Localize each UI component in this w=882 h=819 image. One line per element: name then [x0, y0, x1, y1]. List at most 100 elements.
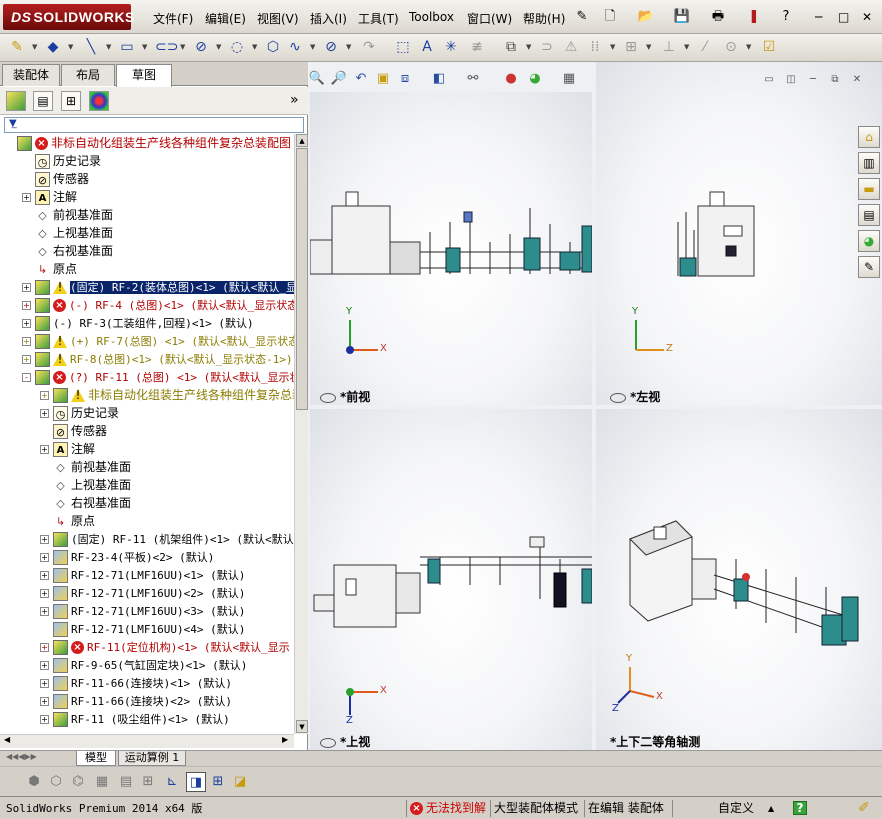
tree-item[interactable]: + ◷ 历史记录 — [40, 404, 119, 422]
menu-insert[interactable]: 插入(I) — [310, 10, 347, 27]
expand-toggle-icon[interactable]: + — [40, 661, 49, 670]
tree-item[interactable]: ↳ 原点 — [40, 512, 95, 530]
graphics-area[interactable]: 🔍 🔎 ↶ ▣ ⧈ ◧ ⚯ ● ◕ ▦ Y X *前视 ▭ ◫ ─ ⧉ ✕ Y … — [308, 62, 882, 750]
repair-sketch-icon[interactable]: ⁄ — [696, 38, 714, 56]
rectangle-icon[interactable]: ▭ — [118, 38, 136, 56]
expand-toggle-icon[interactable]: + — [40, 535, 49, 544]
tree-item[interactable]: + (-) RF-3(工装组件,回程)<1> (默认) — [22, 314, 254, 332]
tab-model[interactable]: 模型 — [76, 751, 116, 766]
rapid-sketch-icon[interactable]: ☑ — [760, 38, 778, 56]
property-manager-icon[interactable]: ▤ — [33, 91, 53, 111]
dropdown-arrow-icon[interactable]: ▼ — [526, 43, 532, 51]
sketch-icon[interactable]: ✎ — [8, 38, 26, 56]
dropdown-arrow-icon[interactable]: ▼ — [106, 43, 112, 51]
axes-icon[interactable]: ⊾ — [162, 772, 182, 792]
tree-item[interactable]: + A 注解 — [40, 440, 95, 458]
tree-item[interactable]: + RF-11 (吸尘组件)<1> (默认) — [40, 710, 230, 728]
pin-icon[interactable]: ✎ — [573, 8, 591, 26]
previous-view-icon[interactable]: ↶ — [352, 70, 370, 88]
expand-toggle-icon[interactable]: + — [40, 643, 49, 652]
scroll-right-arrow-icon[interactable]: ▶ — [282, 735, 288, 744]
expand-toggle-icon[interactable]: + — [40, 409, 49, 418]
text-icon[interactable]: A — [418, 38, 436, 56]
tree-item[interactable]: - × (?) RF-11 (总图) <1> (默认<默认_显示状 — [22, 368, 294, 386]
tree-item[interactable]: + RF-11-66(连接块)<2> (默认) — [40, 692, 232, 710]
restore-button[interactable]: □ — [838, 10, 849, 24]
scroll-down-arrow-icon[interactable]: ▼ — [296, 720, 308, 733]
hide-show-items-icon[interactable]: ⚯ — [464, 70, 482, 88]
minimize-button[interactable]: ─ — [815, 10, 822, 24]
eye-icon[interactable] — [610, 392, 626, 403]
scrollbar-thumb[interactable] — [296, 148, 308, 410]
eye-icon[interactable] — [320, 392, 336, 403]
arc-icon[interactable]: ◌ — [228, 38, 246, 56]
quick-snaps-icon[interactable]: ⊙ — [722, 38, 740, 56]
display-style-icon[interactable]: ◧ — [430, 70, 448, 88]
linear-pattern-icon[interactable]: ⁞⁞ — [586, 38, 604, 56]
expand-toggle-icon[interactable]: + — [22, 283, 31, 292]
menu-toolbox[interactable]: Toolbox — [409, 10, 454, 24]
scene-icon[interactable]: ◕ — [526, 70, 544, 88]
tab-sketch[interactable]: 草图 — [116, 64, 172, 87]
zoom-to-fit-icon[interactable]: 🔍 — [308, 70, 326, 88]
expand-toggle-icon[interactable]: + — [22, 337, 31, 346]
expand-toggle-icon[interactable]: + — [22, 319, 31, 328]
convert-entities-icon[interactable]: ⧉ — [502, 38, 520, 56]
tree-item[interactable]: + RF-23-4(平板)<2> (默认) — [40, 548, 214, 566]
split-view-icon[interactable]: ⊞ — [208, 772, 228, 792]
scroll-up-arrow-icon[interactable]: ▲ — [296, 134, 308, 147]
dropdown-arrow-icon[interactable]: ▼ — [68, 43, 74, 51]
expand-toggle-icon[interactable]: + — [40, 715, 49, 724]
tree-item[interactable]: ◇ 上视基准面 — [40, 476, 131, 494]
tree-item[interactable]: ◇ 前视基准面 — [22, 206, 113, 224]
scroll-left-arrow-icon[interactable]: ◀ — [4, 735, 10, 744]
dropdown-arrow-icon[interactable]: ▼ — [252, 43, 258, 51]
file-explorer-icon[interactable]: ▬ — [858, 178, 880, 200]
tree-horizontal-scrollbar[interactable]: ◀ ▶ — [0, 734, 294, 748]
dropdown-arrow-icon[interactable]: ▼ — [684, 43, 690, 51]
expand-toggle-icon[interactable]: + — [40, 697, 49, 706]
dropdown-arrow-icon[interactable]: ▼ — [32, 43, 38, 51]
view-palette-icon[interactable]: ▤ — [858, 204, 880, 226]
menu-tools[interactable]: 工具(T) — [358, 10, 399, 27]
menu-window[interactable]: 窗口(W) — [467, 10, 512, 27]
tree-item[interactable]: ◇ 前视基准面 — [40, 458, 131, 476]
design-library-icon[interactable]: ▥ — [858, 152, 880, 174]
viewport-top[interactable]: X Z *上视 — [310, 409, 592, 750]
tree-item[interactable]: +! 非标自动化组装生产线各种组件复杂总装 — [40, 386, 294, 404]
tab-motion-study[interactable]: 运动算例 1 — [118, 751, 186, 766]
home-icon[interactable]: ⌂ — [858, 126, 880, 148]
open-folder-icon[interactable]: 📂 — [637, 8, 655, 26]
menu-help[interactable]: 帮助(H) — [523, 10, 565, 27]
plane-icon[interactable]: ⬚ — [394, 38, 412, 56]
viewport-left[interactable]: ▭ ◫ ─ ⧉ ✕ Y Z *左视 — [596, 62, 882, 405]
appearance-icon[interactable]: ● — [502, 70, 520, 88]
dropdown-arrow-icon[interactable]: ▼ — [346, 43, 352, 51]
tree-item[interactable]: + RF-9-65(气缸固定块)<1> (默认) — [40, 656, 247, 674]
smart-dimension-icon[interactable]: ◆ — [44, 38, 62, 56]
hidden-lines-icon[interactable]: ⬡ — [46, 772, 66, 792]
tree-item[interactable]: + A 注解 — [22, 188, 77, 206]
point-icon[interactable]: ✳ — [442, 38, 460, 56]
circle-icon[interactable]: ⊘ — [192, 38, 210, 56]
tree-item[interactable]: ◷ 历史记录 — [22, 152, 101, 170]
print-icon[interactable]: 🖶 — [709, 8, 727, 26]
offset-icon[interactable]: ⊃ — [538, 38, 556, 56]
expand-toggle-icon[interactable]: + — [40, 571, 49, 580]
shaded-icon[interactable]: ⬢ — [24, 772, 44, 792]
section-icon[interactable]: ⊞ — [138, 772, 158, 792]
feature-manager-icon[interactable] — [6, 91, 26, 111]
menu-file[interactable]: 文件(F) — [153, 10, 193, 27]
tree-item[interactable]: ⊘ 传感器 — [22, 170, 89, 188]
tree-item[interactable]: ◇ 上视基准面 — [22, 224, 113, 242]
tab-assembly[interactable]: 装配体 — [2, 64, 60, 86]
fillet-icon[interactable]: ↷ — [360, 38, 378, 56]
tree-item[interactable]: + RF-12-71(LMF16UU)<1> (默认) — [40, 566, 245, 584]
move-entities-icon[interactable]: ⊞ — [622, 38, 640, 56]
appearances-icon[interactable]: ◕ — [858, 230, 880, 252]
expand-panel-button[interactable]: » — [290, 92, 299, 108]
expand-toggle-icon[interactable]: + — [40, 391, 49, 400]
mirror-icon[interactable]: ⚠ — [562, 38, 580, 56]
units-dropdown-arrow-icon[interactable]: ▲ — [768, 800, 774, 817]
tags-icon[interactable]: ✐ — [858, 800, 870, 817]
